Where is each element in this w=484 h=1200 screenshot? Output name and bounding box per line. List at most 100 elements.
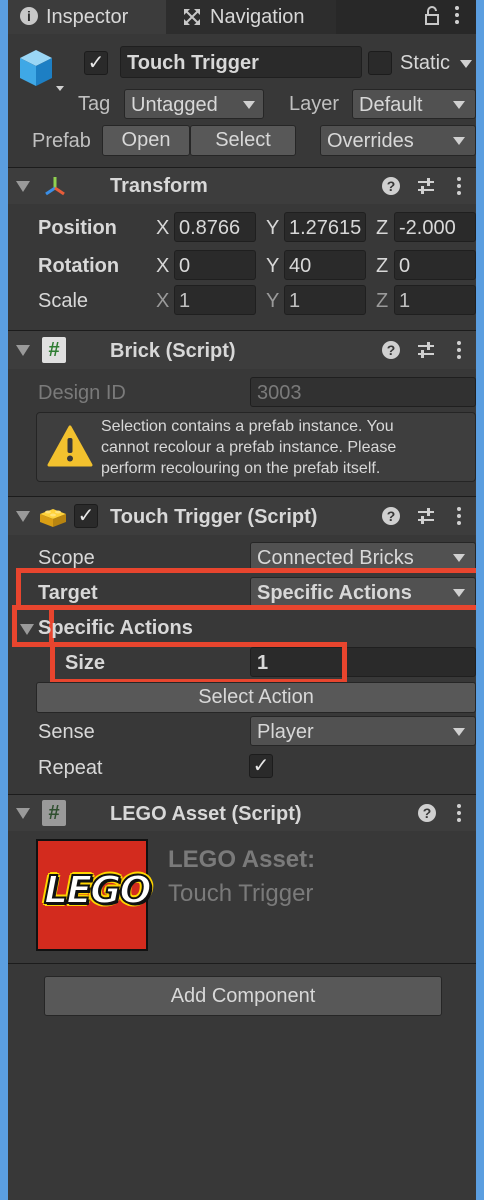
chevron-down-icon	[453, 728, 465, 736]
rotation-x-field[interactable]: 0	[174, 250, 256, 280]
axis-y-label: Y	[266, 290, 280, 312]
position-y-value: 1.27615	[289, 217, 362, 239]
chevron-down-icon	[453, 101, 465, 109]
navigation-icon	[184, 9, 200, 25]
script-hash-icon: #	[42, 800, 66, 826]
axis-x-label: X	[156, 255, 170, 277]
axis-z-label: Z	[376, 217, 389, 239]
layer-dropdown[interactable]: Default	[352, 89, 476, 119]
scale-z-field[interactable]: 1	[394, 285, 476, 315]
rotation-z-value: 0	[399, 255, 411, 277]
settings-sliders-icon[interactable]	[416, 176, 436, 196]
rotation-y-field[interactable]: 40	[284, 250, 366, 280]
position-x-field[interactable]: 0.8766	[174, 212, 256, 242]
axis-z-label: Z	[376, 255, 389, 277]
scale-y-value: 1	[289, 290, 301, 312]
warning-text-line-1: Selection contains a prefab instance. Yo…	[101, 418, 394, 435]
axis-y-label: Y	[266, 255, 280, 277]
lego-brick-icon	[40, 509, 66, 527]
position-x-value: 0.8766	[179, 217, 241, 239]
brick-title: Brick (Script)	[110, 340, 236, 362]
rotation-y-value: 40	[289, 255, 312, 277]
foldout-arrow-icon[interactable]	[16, 345, 30, 356]
overrides-label: Overrides	[327, 130, 414, 152]
axis-x-label: X	[156, 217, 170, 239]
axis-z-label: Z	[376, 290, 389, 312]
gameobject-cube-icon[interactable]	[16, 46, 64, 94]
scale-x-value: 1	[179, 290, 191, 312]
foldout-arrow-icon[interactable]	[16, 808, 30, 819]
warning-icon	[47, 425, 93, 467]
position-z-field[interactable]: -2.000	[394, 212, 476, 242]
lego-logo-text: LEGO	[43, 868, 153, 912]
help-icon[interactable]: ?	[382, 341, 400, 359]
axis-y-label: Y	[266, 217, 280, 239]
repeat-checkbox[interactable]: ✓	[249, 754, 273, 778]
axis-x-label: X	[156, 290, 170, 312]
prefab-overrides-dropdown[interactable]: Overrides	[320, 125, 476, 156]
component-menu-icon[interactable]	[456, 505, 462, 529]
position-label: Position	[38, 217, 117, 239]
add-component-button[interactable]: Add Component	[44, 976, 442, 1016]
gameobject-name-value: Touch Trigger	[127, 52, 259, 74]
brick-script-header[interactable]: # Brick (Script) ?	[8, 331, 476, 369]
lock-icon[interactable]	[424, 6, 440, 26]
scale-label: Scale	[38, 290, 89, 312]
prefab-select-label: Select	[215, 129, 271, 151]
foldout-arrow-icon[interactable]	[16, 181, 30, 192]
component-menu-icon[interactable]	[456, 339, 462, 363]
divider	[8, 963, 476, 964]
gameobject-name-field[interactable]: Touch Trigger	[120, 46, 362, 78]
warning-text-line-2: cannot recolour a prefab instance. Pleas…	[101, 439, 397, 456]
tab-menu-icon[interactable]	[454, 4, 460, 28]
position-y-field[interactable]: 1.27615	[284, 212, 366, 242]
prefab-select-button[interactable]: Select	[190, 125, 296, 156]
tab-inspector-label: Inspector	[46, 6, 129, 28]
design-id-field: 3003	[250, 377, 476, 407]
info-icon: i	[20, 7, 38, 25]
static-checkbox[interactable]	[368, 51, 392, 75]
design-id-label: Design ID	[38, 382, 126, 404]
script-hash-icon: #	[42, 337, 66, 363]
scale-x-field[interactable]: 1	[174, 285, 256, 315]
tab-inspector[interactable]: i Inspector	[8, 0, 166, 34]
layer-value: Default	[359, 94, 423, 116]
foldout-arrow-icon[interactable]	[16, 511, 30, 522]
checkmark-icon: ✓	[87, 52, 105, 74]
prefab-open-button[interactable]: Open	[102, 125, 190, 156]
checkmark-icon: ✓	[252, 755, 270, 777]
select-action-label: Select Action	[198, 686, 314, 708]
design-id-value: 3003	[257, 382, 302, 404]
sense-dropdown[interactable]: Player	[250, 716, 476, 746]
tag-dropdown[interactable]: Untagged	[124, 89, 264, 119]
lego-asset-script-header[interactable]: # LEGO Asset (Script) ?	[8, 795, 476, 831]
component-menu-icon[interactable]	[456, 802, 462, 826]
gameobject-active-checkbox[interactable]: ✓	[84, 51, 108, 75]
settings-sliders-icon[interactable]	[416, 340, 436, 360]
static-dropdown-arrow[interactable]	[460, 60, 472, 68]
size-highlight-box	[50, 642, 347, 684]
help-icon[interactable]: ?	[382, 177, 400, 195]
prefab-label: Prefab	[32, 130, 91, 152]
select-action-button[interactable]: Select Action	[36, 682, 476, 713]
transform-header[interactable]: Transform ?	[8, 168, 476, 204]
help-icon[interactable]: ?	[418, 804, 436, 822]
touch-trigger-title: Touch Trigger (Script)	[110, 506, 318, 528]
tab-navigation-label: Navigation	[210, 6, 305, 28]
position-z-value: -2.000	[399, 217, 456, 239]
tag-label: Tag	[78, 93, 111, 115]
settings-sliders-icon[interactable]	[416, 506, 436, 526]
tag-value: Untagged	[131, 94, 218, 116]
chevron-down-icon	[453, 137, 465, 145]
scope-label: Scope	[38, 547, 95, 569]
help-icon[interactable]: ?	[382, 507, 400, 525]
rotation-z-field[interactable]: 0	[394, 250, 476, 280]
chevron-down-icon	[243, 101, 255, 109]
scale-y-field[interactable]: 1	[284, 285, 366, 315]
sense-value: Player	[257, 721, 314, 743]
tab-navigation[interactable]: Navigation	[166, 0, 336, 34]
component-menu-icon[interactable]	[456, 175, 462, 199]
specific-actions-label: Specific Actions	[38, 617, 193, 639]
touch-trigger-enabled-checkbox[interactable]: ✓	[74, 504, 98, 528]
touch-trigger-script-header[interactable]: ✓ Touch Trigger (Script) ?	[8, 497, 476, 535]
